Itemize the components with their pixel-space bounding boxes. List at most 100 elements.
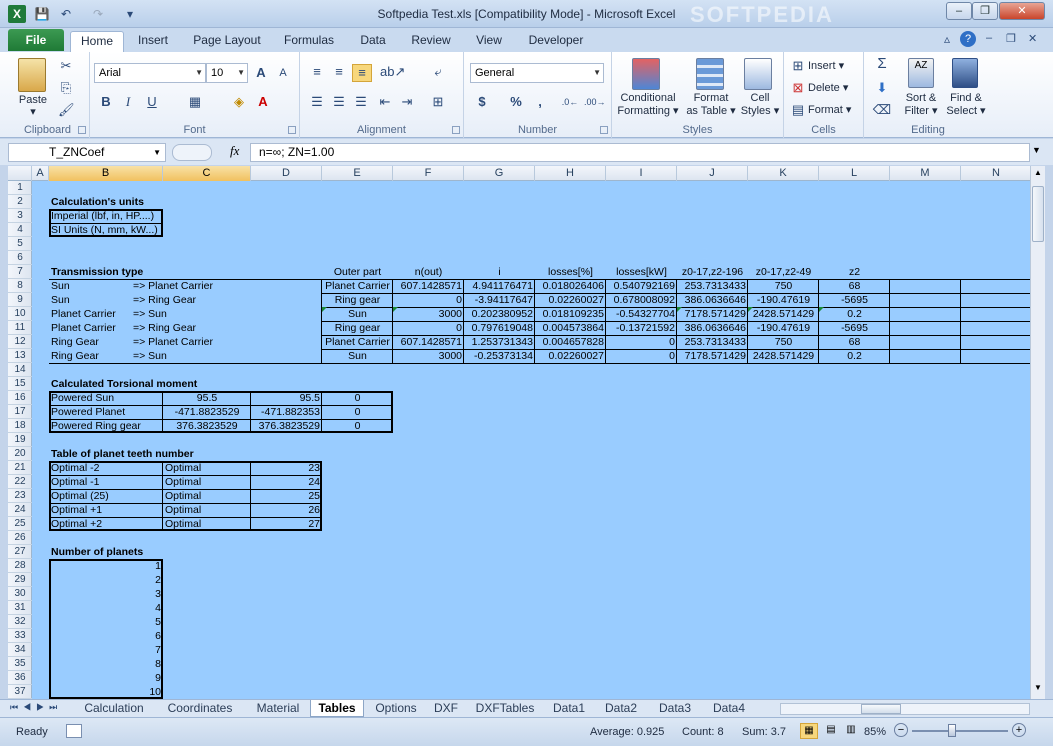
teeth-number[interactable]: 23 [251, 461, 322, 475]
trans-losses-pct[interactable]: 0.02260027 [535, 293, 606, 307]
torsion-title[interactable]: Calculated Torsional moment [49, 377, 249, 391]
teeth-label[interactable]: Optimal +2 [49, 517, 163, 531]
trans-z2[interactable]: 68 [819, 279, 890, 293]
trans-z196[interactable]: 253.7313433 [677, 279, 748, 293]
find-select-button[interactable]: Find & Select ▾ [942, 92, 990, 118]
trans-ratio[interactable]: 0.797619048 [464, 321, 535, 335]
row-header-9[interactable]: 9 [8, 293, 32, 307]
underline-button[interactable]: U [144, 94, 160, 110]
trans-from[interactable]: Planet Carrier [49, 307, 129, 321]
borders-icon[interactable]: ▦ [186, 94, 204, 110]
scroll-up-icon[interactable]: ▲ [1032, 168, 1044, 180]
row-header-8[interactable]: 8 [8, 279, 32, 293]
column-header-c[interactable]: C [163, 166, 251, 181]
sheet-tab-coordinates[interactable]: Coordinates [158, 700, 242, 717]
units-si[interactable]: SI Units (N, mm, kW...) [49, 223, 163, 237]
expand-formula-bar-icon[interactable]: ▼ [1032, 145, 1041, 155]
trans-z2[interactable]: 0.2 [819, 349, 890, 363]
row-header-26[interactable]: 26 [8, 531, 32, 545]
delete-cells-button[interactable]: Delete ▾ [808, 82, 860, 95]
trans-outer-part[interactable]: Ring gear [322, 321, 393, 335]
fill-icon[interactable]: ⬇ [872, 80, 892, 96]
orientation-icon[interactable]: ab↗ [380, 64, 405, 80]
planets-title[interactable]: Number of planets [49, 545, 249, 559]
cell-styles-button[interactable]: Cell Styles ▾ [736, 92, 784, 118]
teeth-optimal[interactable]: Optimal [163, 475, 251, 489]
teeth-number[interactable]: 26 [251, 503, 322, 517]
planet-count[interactable]: 2 [49, 573, 163, 587]
insert-function-button[interactable]: fx [230, 143, 239, 159]
torsion-c[interactable]: 95.5 [163, 391, 251, 405]
font-name-combo[interactable]: Arial ▼ [94, 63, 206, 83]
planet-count[interactable]: 10 [49, 685, 163, 699]
column-header-h[interactable]: H [535, 166, 606, 181]
row-header-11[interactable]: 11 [8, 321, 32, 335]
planet-count[interactable]: 9 [49, 671, 163, 685]
clear-icon[interactable]: ⌫ [872, 102, 892, 118]
teeth-optimal[interactable]: Optimal [163, 517, 251, 531]
column-header-a[interactable]: A [32, 166, 49, 181]
tab-file[interactable]: File [8, 29, 64, 51]
teeth-label[interactable]: Optimal -1 [49, 475, 163, 489]
sheet-tab-data4[interactable]: Data4 [706, 700, 752, 717]
trans-from[interactable]: Planet Carrier [49, 321, 129, 335]
row-header-16[interactable]: 16 [8, 391, 32, 405]
column-header-k[interactable]: K [748, 166, 819, 181]
font-size-combo[interactable]: 10 ▼ [206, 63, 248, 83]
trans-ratio[interactable]: 1.253731343 [464, 335, 535, 349]
planet-count[interactable]: 7 [49, 643, 163, 657]
sheet-tab-dxf[interactable]: DXF [428, 700, 464, 717]
format-as-table-button[interactable]: Format as Table ▾ [682, 92, 740, 118]
format-cells-icon[interactable]: ▤ [790, 102, 806, 118]
insert-cells-button[interactable]: Insert ▾ [808, 60, 860, 73]
teeth-label[interactable]: Optimal -2 [49, 461, 163, 475]
find-select-icon[interactable] [952, 58, 978, 88]
row-header-31[interactable]: 31 [8, 601, 32, 615]
trans-outer-part[interactable]: Planet Carrier [322, 279, 393, 293]
trans-losses-kw[interactable]: 0 [606, 335, 677, 349]
trans-n-out[interactable]: 3000 [393, 307, 464, 321]
horizontal-scrollbar[interactable] [780, 703, 1030, 715]
row-header-1[interactable]: 1 [8, 181, 32, 195]
normal-view-icon[interactable]: ▦ [800, 723, 818, 739]
row-header-28[interactable]: 28 [8, 559, 32, 573]
row-header-29[interactable]: 29 [8, 573, 32, 587]
align-bottom-icon[interactable]: ≡ [352, 64, 372, 82]
trans-header-h[interactable]: losses[%] [535, 265, 606, 279]
number-launcher-icon[interactable] [600, 126, 608, 134]
torsion-d[interactable]: 95.5 [251, 391, 322, 405]
trans-ratio[interactable]: -0.25373134 [464, 349, 535, 363]
torsion-d[interactable]: -471.882353 [251, 405, 322, 419]
trans-losses-pct[interactable]: 0.018109235 [535, 307, 606, 321]
font-launcher-icon[interactable] [288, 126, 296, 134]
trans-z49[interactable]: 2428.571429 [748, 349, 819, 363]
format-cells-button[interactable]: Format ▾ [808, 104, 860, 117]
wrap-text-icon[interactable]: ⤶ [428, 64, 448, 80]
maximize-button[interactable]: ❐ [972, 2, 998, 20]
currency-button[interactable]: $ [474, 94, 490, 110]
teeth-label[interactable]: Optimal +1 [49, 503, 163, 517]
trans-n-out[interactable]: 3000 [393, 349, 464, 363]
delete-cells-icon[interactable]: ⊠ [790, 80, 806, 96]
tab-review[interactable]: Review [406, 31, 456, 52]
sheet-tab-data3[interactable]: Data3 [652, 700, 698, 717]
trans-ratio[interactable]: 0.202380952 [464, 307, 535, 321]
trans-header-l[interactable]: z2 [819, 265, 890, 279]
trans-z49[interactable]: -190.47619 [748, 293, 819, 307]
tab-formulas[interactable]: Formulas [278, 31, 340, 52]
trans-losses-pct[interactable]: 0.004573864 [535, 321, 606, 335]
vertical-scrollbar[interactable]: ▲ ▼ [1030, 166, 1045, 699]
formula-bar-splitter[interactable] [172, 144, 212, 161]
row-header-2[interactable]: 2 [8, 195, 32, 209]
torsion-label[interactable]: Powered Ring gear [49, 419, 163, 433]
align-left-icon[interactable]: ☰ [308, 94, 326, 110]
doc-minimize-icon[interactable]: – [986, 32, 992, 44]
row-header-22[interactable]: 22 [8, 475, 32, 489]
row-header-21[interactable]: 21 [8, 461, 32, 475]
row-header-35[interactable]: 35 [8, 657, 32, 671]
row-header-23[interactable]: 23 [8, 489, 32, 503]
row-header-19[interactable]: 19 [8, 433, 32, 447]
column-header-l[interactable]: L [819, 166, 890, 181]
teeth-label[interactable]: Optimal (25) [49, 489, 163, 503]
decrease-decimal-icon[interactable]: .00→ [584, 94, 606, 110]
